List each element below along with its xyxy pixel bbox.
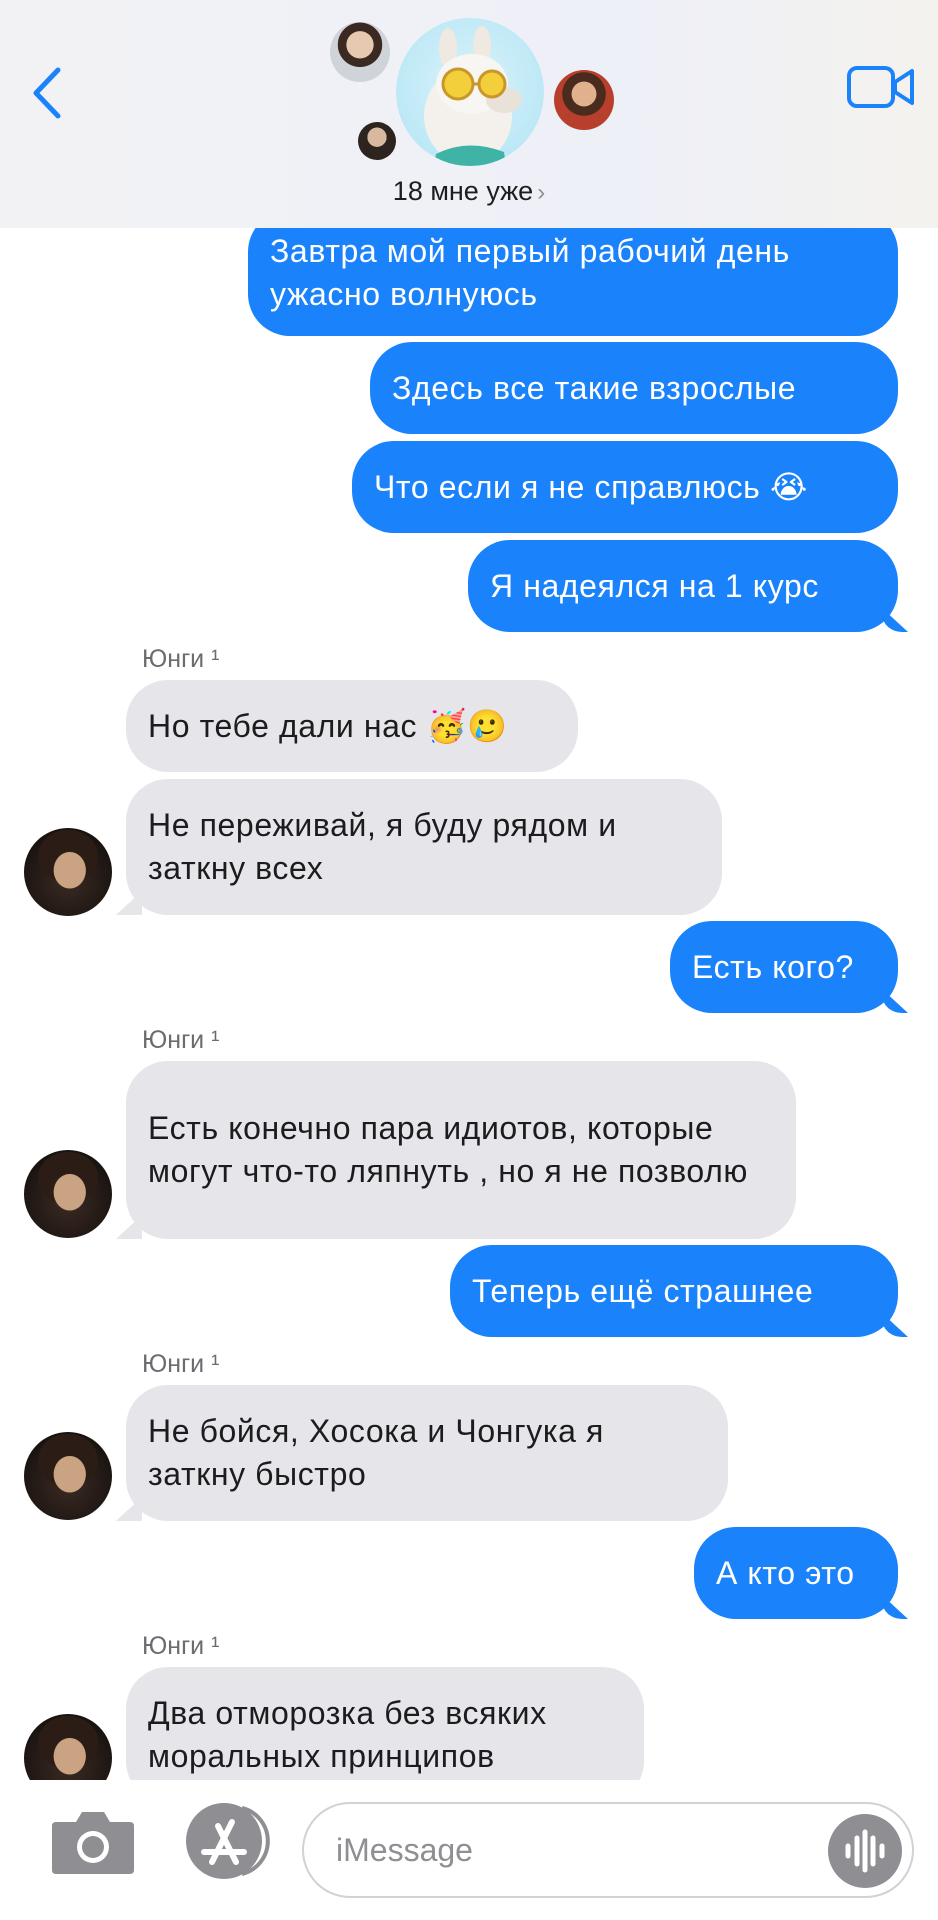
- camera-icon: [52, 1812, 134, 1874]
- message-bubble-incoming[interactable]: Не бойся, Хосока и Чонгука я заткну быст…: [126, 1385, 728, 1521]
- member-avatar[interactable]: [330, 22, 390, 82]
- video-call-button[interactable]: [846, 62, 916, 112]
- avatar[interactable]: [24, 828, 112, 916]
- message-bubble-incoming[interactable]: Но тебе дали нас 🥳🥲: [126, 680, 578, 772]
- message-text: Здесь все такие взрослые: [392, 369, 797, 406]
- message-bubble-incoming[interactable]: Два отморозка без всяких моральных принц…: [126, 1667, 644, 1780]
- message-bubble-outgoing[interactable]: Здесь все такие взрослые: [370, 342, 898, 434]
- group-name-text: 18 мне уже: [392, 176, 534, 206]
- sender-name: Юнги ¹: [142, 1026, 220, 1054]
- avatar[interactable]: [24, 1714, 112, 1780]
- compose-bar: [0, 1780, 938, 1920]
- group-name[interactable]: 18 мне уже ›: [0, 176, 938, 207]
- message-text: Два отморозка без всяких моральных принц…: [148, 1695, 547, 1774]
- waveform-icon: [845, 1829, 885, 1873]
- message-text: Что если я не справлюсь 😭: [374, 468, 808, 505]
- message-bubble-incoming[interactable]: Не переживай, я буду рядом и заткну всех: [126, 779, 722, 915]
- message-text: Я надеялся на 1 курс: [490, 567, 819, 604]
- camera-button[interactable]: [48, 1806, 138, 1878]
- message-input[interactable]: [334, 1804, 814, 1896]
- app-store-button[interactable]: [182, 1800, 278, 1882]
- llama-picture: [424, 26, 522, 166]
- message-text: Завтра мой первый рабочий день ужасно во…: [270, 233, 790, 312]
- message-text: Есть конечно пара идиотов, которые могут…: [148, 1110, 749, 1189]
- message-text: Но тебе дали нас 🥳🥲: [148, 707, 508, 744]
- voice-message-button[interactable]: [828, 1814, 902, 1888]
- sender-name: Юнги ¹: [142, 1350, 220, 1378]
- message-text: Не бойся, Хосока и Чонгука я заткну быст…: [148, 1413, 604, 1492]
- avatar[interactable]: [24, 1432, 112, 1520]
- app-store-icon: [186, 1803, 270, 1879]
- message-bubble-outgoing[interactable]: Теперь ещё страшнее: [450, 1245, 898, 1337]
- message-bubble-outgoing[interactable]: А кто это: [694, 1527, 898, 1619]
- member-avatar[interactable]: [358, 122, 396, 160]
- avatar[interactable]: [24, 1150, 112, 1238]
- message-field[interactable]: [302, 1802, 914, 1898]
- message-text: Теперь ещё страшнее: [472, 1272, 814, 1309]
- message-bubble-outgoing[interactable]: Что если я не справлюсь 😭: [352, 441, 898, 533]
- message-bubble-incoming[interactable]: Есть конечно пара идиотов, которые могут…: [126, 1061, 796, 1239]
- video-camera-icon: [847, 66, 914, 108]
- message-text: А кто это: [716, 1554, 855, 1591]
- conversation[interactable]: Завтра мой первый рабочий день ужасно во…: [0, 0, 938, 1780]
- message-bubble-outgoing[interactable]: Есть кого?: [670, 921, 898, 1013]
- sender-name: Юнги ¹: [142, 1632, 220, 1660]
- message-bubble-outgoing[interactable]: Я надеялся на 1 курс: [468, 540, 898, 632]
- group-avatar[interactable]: [396, 18, 544, 166]
- chevron-right-icon: ›: [537, 179, 546, 206]
- conversation-header: 18 мне уже ›: [0, 0, 938, 228]
- chevron-left-icon: [33, 67, 61, 119]
- message-bubble-outgoing[interactable]: Завтра мой первый рабочий день ужасно во…: [248, 210, 898, 336]
- member-avatar[interactable]: [554, 70, 614, 130]
- message-text: Не переживай, я буду рядом и заткну всех: [148, 807, 617, 886]
- back-button[interactable]: [22, 58, 82, 128]
- message-text: Есть кого?: [692, 948, 854, 985]
- sender-name: Юнги ¹: [142, 645, 220, 673]
